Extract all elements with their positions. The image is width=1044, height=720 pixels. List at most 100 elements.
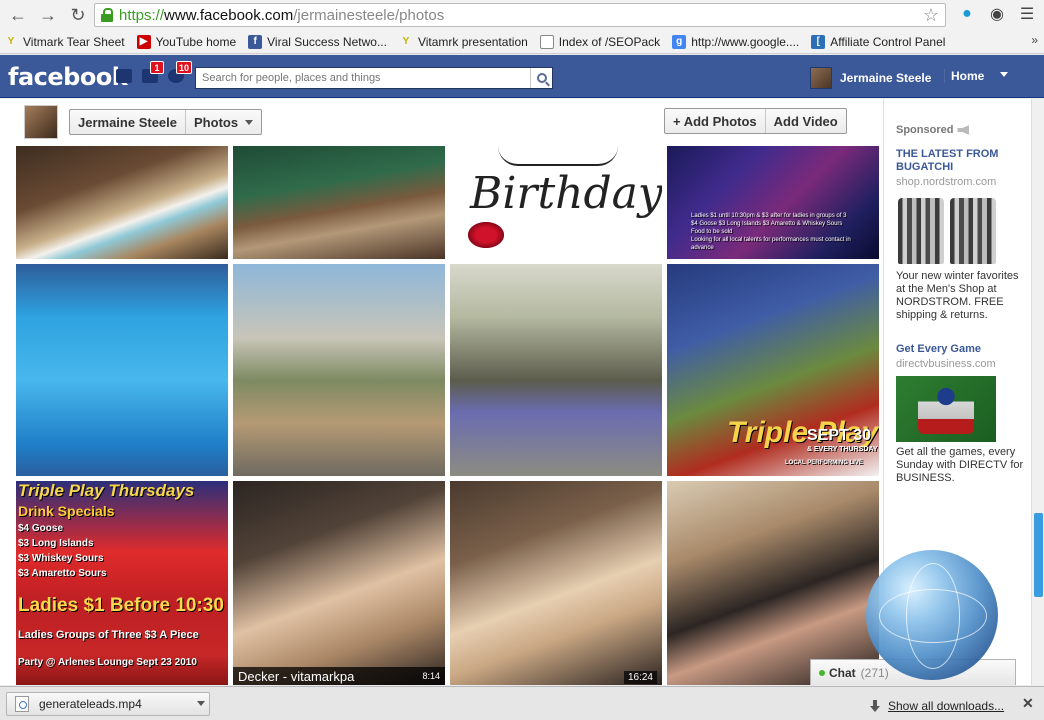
ad-title[interactable]: THE LATEST FROM BUGATCHI: [896, 148, 1024, 174]
flyer-line: Drink Specials: [18, 503, 115, 519]
browser-toolbar: ← → ↻ https://www.facebook.com/jermaines…: [0, 0, 1044, 30]
ad-body: Get all the games, every Sunday with DIR…: [896, 446, 1024, 484]
football-player-image: [918, 384, 974, 434]
chat-count: (271): [860, 665, 889, 680]
bookmarks-bar: Y Vitmark Tear Sheet ▶ YouTube home f Viral…: [0, 30, 1044, 54]
bookmark-label: Affiliate Control Panel: [830, 34, 946, 49]
home-link[interactable]: Home: [944, 69, 984, 83]
url-scheme: https://: [119, 6, 165, 24]
bookmark-item[interactable]: f Viral Success Netwo...: [248, 34, 387, 49]
bookmark-label: YouTube home: [155, 34, 237, 49]
album-actions: + Add Photos Add Video: [664, 108, 847, 134]
photo-thumbnail[interactable]: [16, 146, 228, 259]
bookmark-label: http://www.google....: [691, 34, 800, 49]
chevron-down-icon[interactable]: [197, 701, 205, 706]
reload-icon[interactable]: ↻: [66, 3, 90, 27]
shirt-image: [898, 198, 944, 264]
add-video-button[interactable]: Add Video: [764, 109, 846, 133]
menu-icon[interactable]: ☰: [1016, 3, 1038, 25]
decorative-swirl: [498, 146, 618, 166]
messages-icon[interactable]: 1: [140, 61, 164, 85]
photos-dropdown[interactable]: Photos: [185, 110, 261, 134]
notifications-icon[interactable]: 10: [166, 61, 193, 85]
back-arrow-icon[interactable]: ←: [6, 3, 30, 27]
megaphone-icon: [957, 125, 970, 135]
bookmark-item[interactable]: ▶ YouTube home: [136, 34, 237, 49]
flyer-extra: LOCAL PERFORMING LIVE: [785, 460, 863, 466]
ad-url: directvbusiness.com: [896, 358, 996, 370]
eye-extension-icon[interactable]: ◉: [986, 3, 1008, 25]
album-header: Jermaine Steele Photos + Add Photos Add …: [24, 105, 882, 143]
facebook-logo[interactable]: facebook: [8, 63, 128, 91]
page-scrollbar[interactable]: [1031, 99, 1044, 685]
friend-requests-icon[interactable]: [114, 67, 134, 85]
flyer-line: $4 Goose $3 Long Islands $3 Amaretto & W…: [691, 221, 843, 227]
bookmark-item[interactable]: Y Vitamrk presentation: [399, 35, 528, 49]
flyer-footer: Party @ Arlenes Lounge Sept 23 2010: [18, 657, 197, 668]
photos-page: Jermaine Steele Photos + Add Photos Add …: [0, 99, 883, 685]
photo-thumbnail[interactable]: [233, 264, 445, 476]
google-icon: g: [672, 34, 687, 49]
bookmark-label: Vitamrk presentation: [417, 34, 528, 49]
download-item[interactable]: generateleads.mp4: [6, 692, 210, 716]
add-photos-button[interactable]: + Add Photos: [665, 109, 765, 133]
scrollbar-thumb[interactable]: [1034, 513, 1043, 597]
bookmark-item[interactable]: Y Vitmark Tear Sheet: [4, 35, 125, 49]
profile-link[interactable]: Jermaine Steele: [810, 67, 931, 89]
video-duration: 8:14: [422, 671, 440, 681]
bookmark-star-icon[interactable]: ☆: [923, 5, 939, 26]
lips-icon: [468, 222, 504, 248]
flyer-line: $3 Whiskey Sours: [18, 553, 104, 564]
ad-title[interactable]: Get Every Game: [896, 343, 1024, 356]
sponsored-heading: Sponsored: [896, 124, 970, 136]
ad-image[interactable]: [896, 194, 998, 266]
video-caption: Decker - vitamarkpa: [238, 668, 355, 684]
sponsored-label: Sponsored: [896, 124, 954, 136]
bookmarks-overflow-icon[interactable]: »: [1031, 33, 1038, 47]
download-arrow-icon: [870, 700, 880, 712]
flyer-subtitle: & EVERY THURSDAY: [807, 446, 878, 453]
flyer-subtitle: Ladies Groups of Three $3 A Piece: [18, 629, 199, 641]
address-bar[interactable]: https://www.facebook.com/jermainesteele/…: [94, 3, 946, 27]
search-button[interactable]: [530, 68, 552, 88]
photo-thumbnail[interactable]: Triple Play Thursdays Drink Specials $4 …: [16, 481, 228, 685]
bookmark-item[interactable]: Index of /SEOPack: [539, 34, 660, 49]
ad-unit[interactable]: Get Every Game directvbusiness.com Get a…: [896, 343, 1024, 485]
flyer-line: $3 Long Islands: [18, 538, 94, 549]
search-placeholder: Search for people, places and things: [202, 72, 381, 84]
ad-url: shop.nordstrom.com: [896, 176, 997, 188]
video-thumbnail[interactable]: Decker - vitamarkpa 8:14: [233, 481, 445, 685]
notifications-badge: 10: [176, 61, 193, 74]
facebook-icon: f: [248, 34, 263, 49]
skype-extension-icon[interactable]: ●: [956, 3, 978, 25]
photo-thumbnail[interactable]: Birthday: [450, 146, 662, 259]
forward-arrow-icon[interactable]: →: [36, 3, 60, 27]
bookmark-item[interactable]: [Affiliate Control Panel: [811, 34, 946, 49]
bookmark-label: Vitmark Tear Sheet: [23, 34, 125, 49]
video-thumbnail[interactable]: 16:24: [450, 481, 662, 685]
flyer-title: Triple Play Thursdays: [18, 481, 195, 500]
owner-avatar[interactable]: [24, 105, 58, 139]
download-filename: generateleads.mp4: [39, 697, 142, 711]
account-menu-chevron-down-icon[interactable]: [1000, 72, 1008, 77]
photo-thumbnail[interactable]: [233, 146, 445, 259]
show-all-label: Show all downloads...: [888, 699, 1005, 713]
close-icon[interactable]: ✕: [1022, 695, 1034, 712]
photo-thumbnail[interactable]: Ladies $1 until 10:30pm & $3 after for l…: [667, 146, 879, 259]
search-input[interactable]: Search for people, places and things: [195, 67, 553, 89]
photo-thumbnail[interactable]: [16, 264, 228, 476]
breadcrumb-owner[interactable]: Jermaine Steele: [70, 110, 185, 134]
ad-unit[interactable]: THE LATEST FROM BUGATCHI shop.nordstrom.…: [896, 148, 1024, 322]
video-caption-bar: Decker - vitamarkpa 8:14: [233, 667, 445, 685]
lock-icon: [101, 8, 113, 22]
flyer-line: Food to be sold: [691, 229, 733, 235]
chevron-down-icon: [245, 119, 254, 125]
show-all-downloads-link[interactable]: Show all downloads...: [870, 699, 1004, 713]
chat-label: Chat: [829, 665, 856, 680]
ad-image[interactable]: [896, 376, 996, 442]
photo-thumbnail[interactable]: [450, 264, 662, 476]
photo-thumbnail[interactable]: Triple Play SEPT 30 & EVERY THURSDAY LOC…: [667, 264, 879, 476]
photo-thumbnail[interactable]: [667, 481, 879, 685]
bookmark-item[interactable]: g http://www.google....: [672, 34, 800, 49]
bookmark-label: Viral Success Netwo...: [267, 34, 387, 49]
